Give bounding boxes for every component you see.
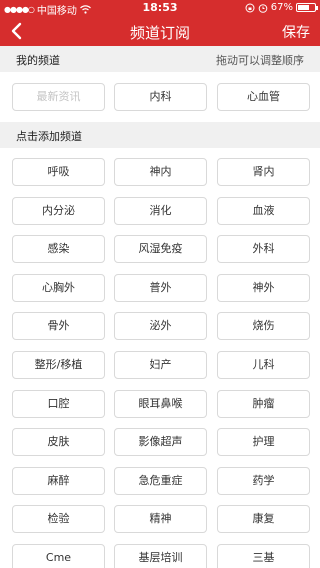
- my-channels-grid: 最新资讯 内科 心血管: [0, 72, 320, 122]
- add-channel-chip[interactable]: 神内: [114, 158, 207, 186]
- my-channels-header: 我的频道 拖动可以调整顺序: [0, 46, 320, 72]
- add-channel-chip[interactable]: 心胸外: [12, 273, 105, 302]
- status-bar: ●●●●○ 中国移动 18:53 67%: [0, 0, 320, 17]
- add-channel-chip[interactable]: 普外: [114, 273, 207, 302]
- add-channel-chip[interactable]: 眼耳鼻喉: [114, 389, 207, 418]
- add-channel-chip[interactable]: 基层培训: [114, 544, 207, 568]
- battery-icon: [296, 3, 318, 12]
- add-channel-chip[interactable]: 皮肤: [12, 428, 105, 457]
- add-channel-chip[interactable]: 消化: [114, 196, 207, 225]
- add-channel-chip[interactable]: 血液: [217, 196, 310, 225]
- alarm-icon: [258, 3, 268, 13]
- add-channel-chip[interactable]: 整形/移植: [12, 351, 105, 379]
- add-channel-chip[interactable]: 感染: [12, 235, 105, 264]
- add-channel-chip[interactable]: 肿瘤: [217, 389, 310, 418]
- save-button[interactable]: 保存: [282, 22, 310, 42]
- add-channels-title: 点击添加频道: [16, 130, 82, 143]
- add-channel-chip[interactable]: 神外: [217, 273, 310, 302]
- status-right: 67%: [245, 2, 318, 13]
- nav-bar: 频道订阅 保存: [0, 16, 320, 46]
- add-channel-chip[interactable]: 妇产: [114, 351, 207, 379]
- add-channel-chip[interactable]: 药学: [217, 466, 310, 495]
- battery-fill: [298, 5, 309, 10]
- add-channel-chip[interactable]: 麻醉: [12, 466, 105, 495]
- my-channel-chip[interactable]: 内科: [114, 83, 207, 111]
- page-title: 频道订阅: [129, 24, 190, 42]
- add-channel-chip[interactable]: 呼吸: [12, 158, 105, 186]
- add-channel-chip[interactable]: 泌外: [114, 312, 207, 341]
- add-channel-chip[interactable]: 急危重症: [114, 466, 207, 495]
- drag-hint: 拖动可以调整顺序: [216, 54, 304, 67]
- add-channel-chip[interactable]: 护理: [217, 428, 310, 457]
- add-channel-chip[interactable]: 肾内: [217, 158, 310, 186]
- add-channel-chip[interactable]: 精神: [114, 505, 207, 534]
- add-channel-chip[interactable]: 外科: [217, 235, 310, 264]
- add-channel-chip[interactable]: 口腔: [12, 389, 105, 418]
- my-channels-title: 我的频道: [16, 54, 60, 67]
- add-channels-grid: 呼吸 神内 肾内内分泌 消化 血液感染 风湿免疫 外科心胸外 普外 神外骨外 泌外 烧伤整形/移植妇…: [0, 148, 320, 568]
- add-channel-chip[interactable]: 检验: [12, 505, 105, 534]
- add-channel-chip[interactable]: 三基: [217, 544, 310, 568]
- add-channel-chip[interactable]: 康复: [217, 505, 310, 534]
- add-channel-chip[interactable]: 烧伤: [217, 312, 310, 341]
- add-channel-chip[interactable]: 风湿免疫: [114, 235, 207, 264]
- add-channel-chip[interactable]: 骨外: [12, 312, 105, 341]
- my-channel-chip[interactable]: 最新资讯: [12, 83, 105, 111]
- battery-percent: 67%: [270, 2, 293, 13]
- add-channel-chip[interactable]: 内分泌: [12, 196, 105, 225]
- my-channel-chip[interactable]: 心血管: [217, 83, 310, 111]
- rotation-lock-icon: [245, 3, 255, 12]
- add-channel-chip[interactable]: Cme: [12, 544, 105, 568]
- add-channel-chip[interactable]: 影像超声: [114, 428, 207, 457]
- add-channels-header: 点击添加频道: [0, 122, 320, 148]
- add-channel-chip[interactable]: 儿科: [217, 351, 310, 379]
